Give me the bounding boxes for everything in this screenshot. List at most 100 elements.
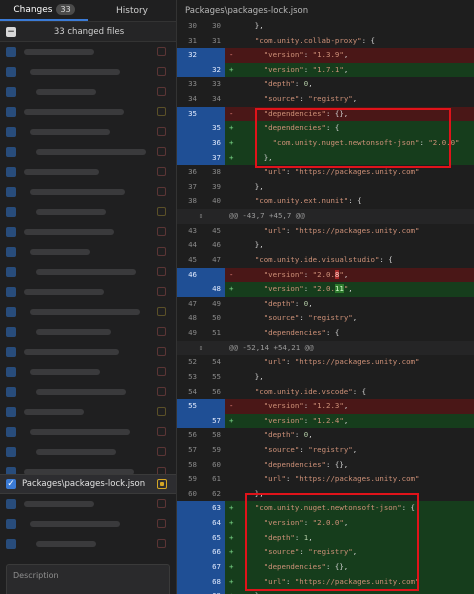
file-checkbox[interactable] bbox=[6, 107, 16, 117]
file-status-icon bbox=[157, 227, 166, 236]
file-list-item[interactable] bbox=[0, 202, 176, 222]
diff-line: 55 - "version": "1.2.3", bbox=[177, 399, 474, 414]
diff-line: 49 51 "dependencies": { bbox=[177, 326, 474, 341]
file-list-item[interactable] bbox=[0, 514, 176, 534]
new-line-number bbox=[201, 106, 225, 122]
code-text: "version": "1.3.9", bbox=[263, 50, 349, 60]
old-line-number: 31 bbox=[188, 35, 197, 45]
old-line-number: 57 bbox=[188, 444, 197, 454]
old-line-number bbox=[177, 589, 201, 594]
file-list-item[interactable] bbox=[0, 122, 176, 142]
file-list-item[interactable] bbox=[0, 42, 176, 62]
file-status-icon bbox=[157, 407, 166, 416]
file-checkbox[interactable] bbox=[6, 267, 16, 277]
file-list-item[interactable] bbox=[0, 182, 176, 202]
diff-line: 66 + "source": "registry", bbox=[177, 545, 474, 560]
old-line-number bbox=[177, 545, 201, 560]
diff-line: 60 62 }, bbox=[177, 486, 474, 502]
file-checkbox[interactable] bbox=[6, 519, 16, 529]
file-list-item[interactable] bbox=[0, 402, 176, 422]
select-all-checkbox[interactable]: − bbox=[6, 26, 16, 37]
file-list-item[interactable] bbox=[0, 142, 176, 162]
diff-hunk-header[interactable]: ⇕ @@ -52,14 +54,21 @@ bbox=[177, 340, 474, 356]
file-list-item[interactable] bbox=[0, 382, 176, 402]
file-checkbox[interactable] bbox=[6, 307, 16, 317]
diff-line: 59 61 "url": "https://packages.unity.com" bbox=[177, 472, 474, 487]
file-checkbox[interactable] bbox=[6, 367, 16, 377]
expand-arrows-icon[interactable]: ⇕ bbox=[177, 341, 229, 356]
selected-file-checkbox[interactable]: ✓ bbox=[6, 479, 16, 489]
file-list-item[interactable] bbox=[0, 362, 176, 382]
expand-arrows-icon[interactable]: ⇕ bbox=[177, 209, 229, 224]
diff-line: 46 - "version": "2.0.8", bbox=[177, 267, 474, 283]
file-list-item[interactable] bbox=[0, 102, 176, 122]
file-checkbox[interactable] bbox=[6, 347, 16, 357]
old-line-number: 44 bbox=[188, 240, 197, 250]
file-checkbox[interactable] bbox=[6, 387, 16, 397]
file-checkbox[interactable] bbox=[6, 287, 16, 297]
new-line-number bbox=[201, 267, 225, 283]
file-checkbox[interactable] bbox=[6, 407, 16, 417]
file-list-item[interactable] bbox=[0, 302, 176, 322]
file-checkbox[interactable] bbox=[6, 427, 16, 437]
code-text: "version": "1.2.3", bbox=[263, 401, 349, 411]
new-line-number: 34 bbox=[212, 94, 221, 104]
file-checkbox[interactable] bbox=[6, 207, 16, 217]
file-list-item[interactable] bbox=[0, 222, 176, 242]
file-checkbox[interactable] bbox=[6, 167, 16, 177]
file-list-item[interactable] bbox=[0, 282, 176, 302]
new-line-number: 54 bbox=[212, 357, 221, 367]
file-checkbox[interactable] bbox=[6, 67, 16, 77]
file-list-item[interactable] bbox=[0, 82, 176, 102]
diff-line: 35 - "dependencies": {}, bbox=[177, 106, 474, 122]
file-checkbox[interactable] bbox=[6, 127, 16, 137]
selected-file-row[interactable]: ✓ Packages\packages-lock.json bbox=[0, 474, 176, 494]
file-checkbox[interactable] bbox=[6, 467, 16, 474]
file-checkbox[interactable] bbox=[6, 187, 16, 197]
diff-path-label: Packages\packages-lock.json bbox=[185, 5, 309, 16]
file-name-blurred bbox=[24, 409, 84, 415]
file-list-item[interactable] bbox=[0, 442, 176, 462]
tab-changes-label: Changes bbox=[13, 4, 53, 15]
code-text: "dependencies": { bbox=[263, 328, 340, 338]
file-list-item[interactable] bbox=[0, 494, 176, 514]
file-checkbox[interactable] bbox=[6, 539, 16, 549]
file-list-item[interactable] bbox=[0, 462, 176, 474]
code-text: "dependencies": {}, bbox=[263, 108, 349, 118]
old-line-number: 33 bbox=[188, 79, 197, 89]
file-checkbox[interactable] bbox=[6, 447, 16, 457]
tab-history[interactable]: History bbox=[88, 0, 176, 21]
file-checkbox[interactable] bbox=[6, 227, 16, 237]
file-name-blurred bbox=[30, 189, 125, 195]
code-text: "com.unity.nuget.newtonsoft-json": "2.0.… bbox=[272, 137, 460, 147]
file-checkbox[interactable] bbox=[6, 147, 16, 157]
file-checkbox[interactable] bbox=[6, 47, 16, 57]
file-checkbox[interactable] bbox=[6, 499, 16, 509]
diff-line: 32 + "version": "1.7.1", bbox=[177, 62, 474, 78]
new-line-number: 45 bbox=[212, 225, 221, 235]
file-list-item[interactable] bbox=[0, 342, 176, 362]
diff-hunk-header[interactable]: ⇕ @@ -43,7 +45,7 @@ bbox=[177, 209, 474, 224]
diff-line: 30 30 }, bbox=[177, 19, 474, 34]
new-line-number: 31 bbox=[212, 35, 221, 45]
file-status-icon bbox=[157, 167, 166, 176]
file-list-item[interactable] bbox=[0, 262, 176, 282]
file-list-item[interactable] bbox=[0, 322, 176, 342]
new-line-number: 39 bbox=[212, 181, 221, 191]
file-status-icon bbox=[157, 519, 166, 528]
file-checkbox[interactable] bbox=[6, 327, 16, 337]
file-checkbox[interactable] bbox=[6, 87, 16, 97]
file-list-item[interactable] bbox=[0, 534, 176, 554]
description-field[interactable]: Description bbox=[6, 564, 170, 594]
file-name-blurred bbox=[36, 269, 136, 275]
file-list-item[interactable] bbox=[0, 62, 176, 82]
code-text: "depth": 0, bbox=[263, 430, 313, 440]
file-list-item[interactable] bbox=[0, 162, 176, 182]
file-list-item[interactable] bbox=[0, 242, 176, 262]
old-line-number: 34 bbox=[188, 94, 197, 104]
file-checkbox[interactable] bbox=[6, 247, 16, 257]
new-line-number: 48 bbox=[201, 282, 225, 297]
new-line-number: 69 bbox=[201, 589, 225, 594]
file-list-item[interactable] bbox=[0, 422, 176, 442]
tab-changes[interactable]: Changes 33 bbox=[0, 0, 88, 21]
